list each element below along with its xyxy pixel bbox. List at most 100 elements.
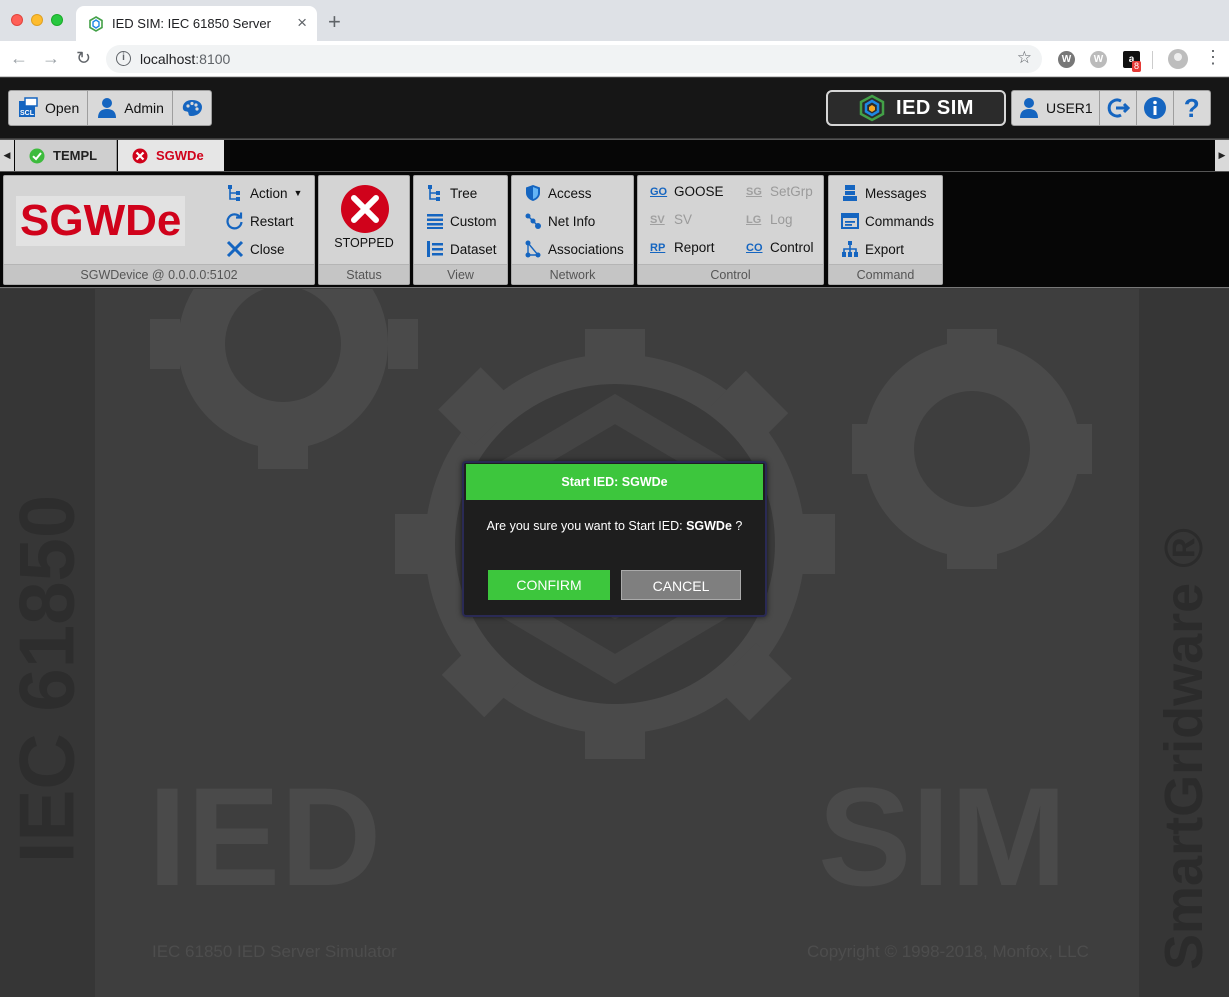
info-button[interactable] (1137, 91, 1174, 125)
messages-button[interactable]: Messages (841, 184, 927, 202)
access-button[interactable]: Access (524, 184, 592, 202)
log-button[interactable]: LG Log (746, 212, 793, 227)
commands-button[interactable]: Commands (841, 212, 934, 230)
log-icon: LG (746, 213, 762, 226)
associations-icon (525, 240, 541, 258)
extension-w-icon[interactable]: W (1058, 51, 1075, 68)
restart-icon (226, 212, 243, 230)
start-ied-dialog: Start IED: SGWDe Are you sure you want t… (462, 461, 767, 617)
open-label: Open (45, 100, 80, 116)
palette-icon (182, 100, 202, 116)
tab-close-icon[interactable]: × (297, 13, 307, 33)
control-icon: CO (746, 241, 763, 254)
stopped-status-icon[interactable] (340, 184, 390, 234)
tab-sgwde[interactable]: SGWDe (118, 140, 224, 171)
restart-label: Restart (250, 213, 294, 229)
new-tab-button[interactable]: + (328, 9, 341, 35)
dialog-message: Are you sure you want to Start IED: SGWD… (486, 519, 743, 533)
profile-avatar-icon[interactable] (1168, 49, 1188, 69)
bookmark-star-icon[interactable]: ☆ (1017, 48, 1032, 68)
tab-templ[interactable]: TEMPL (15, 140, 117, 171)
associations-button[interactable]: Associations (524, 240, 624, 258)
setgrp-label: SetGrp (770, 184, 813, 199)
sim-watermark-text: SIM (818, 758, 1067, 915)
network-group: Access Net Info Associations Network (511, 175, 634, 285)
confirm-button[interactable]: CONFIRM (488, 570, 610, 600)
ied-sim-logo: IED SIM (826, 90, 1006, 126)
tabs-scroll-left-button[interactable]: ◀ (0, 140, 14, 171)
iec-61850-vertical-text: IEC 61850 (2, 494, 91, 864)
custom-label: Custom (450, 213, 497, 229)
action-tree-icon (228, 185, 240, 201)
minimize-window-button[interactable] (31, 14, 43, 26)
back-icon[interactable]: ← (10, 48, 28, 69)
dataset-view-button[interactable]: Dataset (426, 240, 497, 258)
toolbar-divider (1152, 51, 1153, 69)
list-icon (427, 214, 443, 229)
command-group-label: Command (829, 264, 942, 284)
goose-button[interactable]: GO GOOSE (650, 184, 724, 199)
main-workspace: IEC 61850 SmartGridware ® IED SIM IEC 61… (0, 289, 1229, 997)
open-button[interactable]: SCL Open (9, 91, 89, 125)
close-button[interactable]: Close (226, 240, 285, 258)
tree-label: Tree (450, 185, 478, 201)
ied-sim-logo-icon (859, 94, 885, 122)
close-window-button[interactable] (11, 14, 23, 26)
extension-w2-icon[interactable]: W (1090, 51, 1107, 68)
control-button[interactable]: CO Control (746, 240, 814, 255)
report-button[interactable]: RP Report (650, 240, 715, 255)
net-info-button[interactable]: Net Info (524, 212, 595, 230)
access-label: Access (548, 185, 592, 201)
setgrp-icon: SG (746, 185, 762, 198)
cancel-button[interactable]: CANCEL (621, 570, 741, 600)
view-group: Tree Custom Dataset View (413, 175, 508, 285)
messages-label: Messages (865, 185, 927, 201)
admin-button[interactable]: Admin (88, 91, 173, 125)
user-button[interactable]: USER1 (1012, 91, 1100, 125)
view-group-label: View (414, 264, 507, 284)
network-info-icon (525, 213, 541, 229)
messages-icon (843, 185, 857, 201)
device-group: SGWDe Action ▼ Restart Close SGWDevice @… (3, 175, 315, 285)
site-info-icon[interactable]: i (116, 51, 131, 66)
browser-menu-icon[interactable]: ⋮ (1204, 47, 1222, 68)
dialog-title: Start IED: SGWDe (466, 464, 763, 500)
status-state: STOPPED (334, 236, 394, 250)
custom-view-button[interactable]: Custom (426, 212, 497, 230)
check-circle-icon (29, 148, 45, 163)
export-label: Export (865, 241, 905, 257)
setgrp-button[interactable]: SG SetGrp (746, 184, 813, 199)
user-icon (1020, 98, 1038, 118)
logo-text: IED SIM (896, 96, 974, 119)
simulator-caption: IEC 61850 IED Server Simulator (152, 942, 397, 961)
maximize-window-button[interactable] (51, 14, 63, 26)
logout-icon (1107, 98, 1130, 118)
net-info-label: Net Info (548, 213, 596, 229)
control-group-label: Control (638, 264, 823, 284)
svg-text:SCL: SCL (20, 110, 35, 117)
forward-icon[interactable]: → (42, 48, 60, 69)
sv-label: SV (674, 212, 693, 227)
help-button[interactable]: ? (1174, 91, 1210, 125)
report-icon: RP (650, 241, 666, 254)
dataset-label: Dataset (450, 241, 497, 257)
browser-tab[interactable]: IED SIM: IEC 61850 Server × (76, 6, 317, 41)
theme-button[interactable] (173, 91, 211, 125)
export-hierarchy-icon (842, 241, 858, 257)
sv-button[interactable]: SV SV (650, 212, 692, 227)
tabs-scroll-right-button[interactable]: ▶ (1215, 140, 1229, 171)
control-label: Control (770, 240, 814, 255)
export-button[interactable]: Export (841, 240, 904, 258)
logout-button[interactable] (1100, 91, 1137, 125)
close-label: Close (250, 241, 285, 257)
restart-button[interactable]: Restart (226, 212, 294, 230)
tree-view-button[interactable]: Tree (426, 184, 477, 202)
url-input[interactable]: i localhost:8100 ☆ (106, 45, 1042, 73)
user-icon (98, 98, 117, 118)
smartgridware-vertical-text: SmartGridware ® (1154, 528, 1214, 970)
action-label: Action (250, 185, 288, 201)
tab-templ-label: TEMPL (53, 148, 98, 163)
chevron-down-icon: ▼ (293, 188, 303, 198)
reload-icon[interactable]: ↻ (76, 48, 91, 69)
action-dropdown[interactable]: Action ▼ (226, 184, 302, 202)
